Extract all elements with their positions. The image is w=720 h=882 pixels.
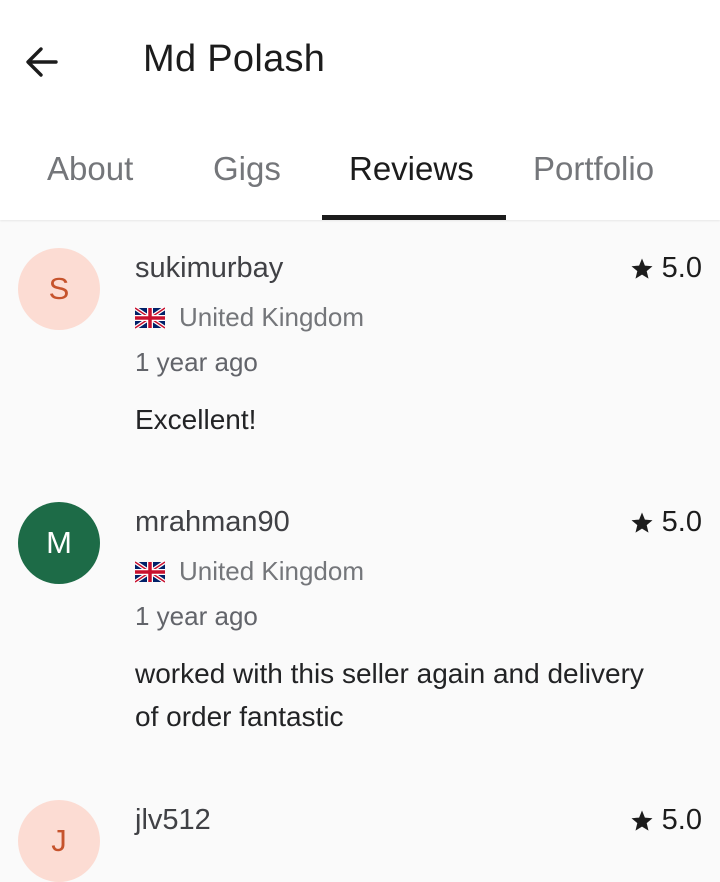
arrow-left-icon [26,47,58,77]
back-button[interactable] [14,38,70,86]
review-comment: worked with this seller again and delive… [135,658,644,732]
rating-value: 5.0 [661,506,702,538]
tab-portfolio[interactable]: Portfolio [533,150,654,188]
country-name: United Kingdom [179,556,364,586]
avatar[interactable]: M [18,502,100,584]
review-time: 1 year ago [135,601,258,631]
country-name: United Kingdom [179,302,364,332]
active-tab-indicator [322,215,506,220]
avatar[interactable]: J [18,800,100,882]
uk-flag-icon [135,306,165,329]
review-rating: 5.0 [630,506,702,539]
tab-bar: About Gigs Reviews Portfolio [0,140,720,220]
reviewer-username[interactable]: sukimurbay [135,252,283,285]
star-icon [631,810,653,831]
uk-flag-icon [135,560,165,583]
page-title: Md Polash [143,38,326,80]
review-comment: Excellent! [135,404,257,435]
reviewer-country: United Kingdom [135,556,364,587]
tab-reviews[interactable]: Reviews [349,150,474,188]
star-icon [631,512,653,533]
star-icon [631,258,653,279]
reviewer-username[interactable]: mrahman90 [135,506,290,539]
reviewer-country: United Kingdom [135,302,364,333]
reviewer-username[interactable]: jlv512 [135,804,211,837]
avatar[interactable]: S [18,248,100,330]
tab-gigs[interactable]: Gigs [213,150,281,188]
rating-value: 5.0 [661,804,702,836]
tab-about[interactable]: About [47,150,133,188]
rating-value: 5.0 [661,252,702,284]
review-rating: 5.0 [630,252,702,285]
app-header: Md Polash About Gigs Reviews Portfolio [0,0,720,220]
review-time: 1 year ago [135,347,258,377]
review-rating: 5.0 [630,804,702,837]
